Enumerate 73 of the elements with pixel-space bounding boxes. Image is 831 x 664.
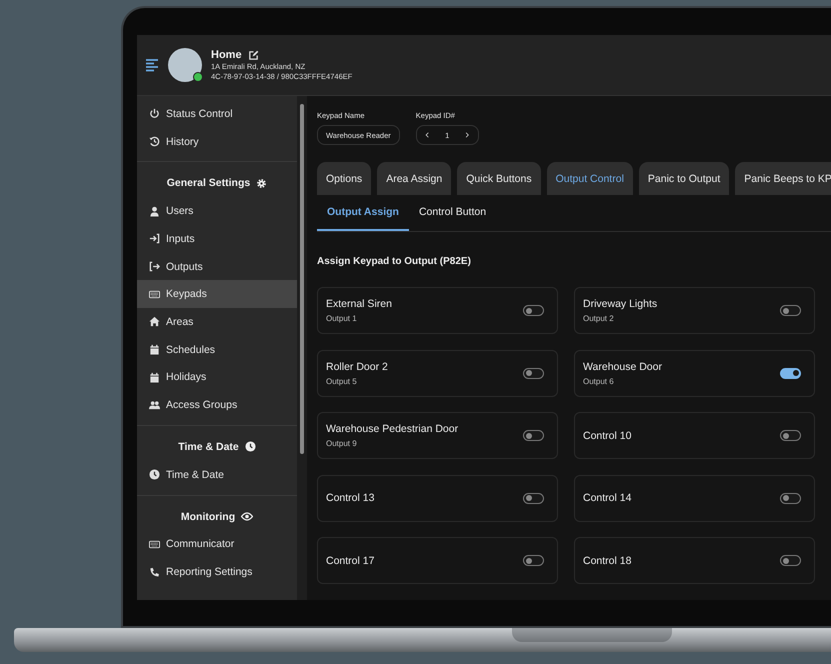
output-name: Driveway Lights: [583, 298, 658, 310]
eye-icon: [241, 511, 254, 522]
sidebar-item[interactable]: Areas: [137, 308, 297, 336]
menu-icon[interactable]: [145, 58, 159, 72]
toggle-switch[interactable]: [780, 368, 801, 378]
keyboard-icon: [149, 538, 160, 550]
toggle-switch[interactable]: [780, 492, 801, 504]
output-number: Output 9: [326, 439, 358, 448]
output-name: Roller Door 2: [326, 360, 388, 372]
tab[interactable]: Quick Buttons: [457, 162, 541, 195]
output-number: Output 2: [583, 314, 615, 323]
avatar-photo-placeholder: [168, 48, 202, 82]
output-number: Output 5: [326, 376, 358, 386]
edit-icon[interactable]: [248, 50, 259, 60]
tab[interactable]: Output Control: [546, 162, 633, 195]
arrow-in-icon: [149, 233, 160, 244]
output-name: Control 18: [583, 554, 632, 566]
sidebar-item[interactable]: Time & Date: [137, 460, 297, 489]
section-heading: General Settings: [166, 177, 250, 190]
previous-chevron-icon[interactable]: [424, 131, 430, 139]
keyboard-icon: [149, 288, 160, 300]
output-name: Control 14: [583, 492, 632, 504]
power-icon: [149, 108, 160, 120]
tab[interactable]: Area Assign: [377, 162, 452, 195]
tab[interactable]: Panic to Output: [638, 162, 730, 195]
sidebar-item[interactable]: Reporting Settings: [137, 558, 297, 586]
toggle-switch[interactable]: [523, 555, 544, 566]
clock-icon: [244, 441, 256, 452]
arrow-out-icon: [149, 261, 160, 272]
next-chevron-icon[interactable]: [465, 131, 470, 139]
toggle-switch[interactable]: [523, 430, 544, 441]
scrollbar[interactable]: [297, 96, 307, 600]
people-icon: [149, 400, 160, 411]
subtab[interactable]: Output Assign: [317, 195, 409, 231]
calendar-icon: [149, 344, 160, 356]
toggle-switch[interactable]: [523, 492, 544, 504]
toggle-switch[interactable]: [780, 305, 801, 316]
sidebar-item[interactable]: Keypads: [137, 280, 297, 308]
sidebar-item[interactable]: Access Groups: [137, 391, 297, 419]
sidebar-item[interactable]: Inputs: [137, 225, 297, 253]
output-name: Warehouse Pedestrian Door: [326, 423, 458, 435]
output-name: Control 17: [326, 554, 374, 566]
gear-icon: [256, 178, 268, 189]
clock-icon: [149, 469, 160, 480]
output-number: Output 6: [583, 376, 615, 386]
sidebar-item[interactable]: Schedules: [137, 336, 297, 364]
sidebar-item[interactable]: Outputs: [137, 252, 297, 280]
house-icon: [149, 316, 160, 328]
section-heading: Monitoring: [180, 510, 236, 523]
output-name: External Siren: [326, 298, 392, 310]
user-icon: [149, 206, 160, 217]
subtab[interactable]: Control Button: [408, 195, 496, 231]
phone-icon: [149, 566, 160, 578]
toggle-switch[interactable]: [523, 368, 544, 378]
section-heading: Time & Date: [178, 440, 239, 453]
sidebar-item[interactable]: Users: [137, 197, 297, 226]
toggle-switch[interactable]: [523, 305, 544, 316]
tab[interactable]: Panic Beeps to KP: [735, 162, 831, 195]
history-icon: [149, 136, 160, 148]
tab[interactable]: Options: [317, 162, 372, 195]
output-name: Warehouse Door: [583, 360, 662, 372]
sidebar-item[interactable]: Communicator: [137, 530, 297, 558]
sidebar-item[interactable]: Holidays: [137, 364, 297, 392]
toggle-switch[interactable]: [780, 430, 801, 441]
sidebar-item[interactable]: Status Control: [137, 100, 297, 128]
section-title: Assign Keypad to Output (P82E): [317, 256, 472, 267]
output-name: Control 10: [583, 430, 632, 442]
site-title: Home: [211, 49, 242, 61]
toggle-switch[interactable]: [780, 555, 801, 566]
sidebar-item[interactable]: History: [137, 128, 297, 156]
calendar-icon: [149, 372, 160, 383]
output-name: Control 13: [326, 492, 374, 504]
output-number: Output 1: [326, 314, 358, 323]
